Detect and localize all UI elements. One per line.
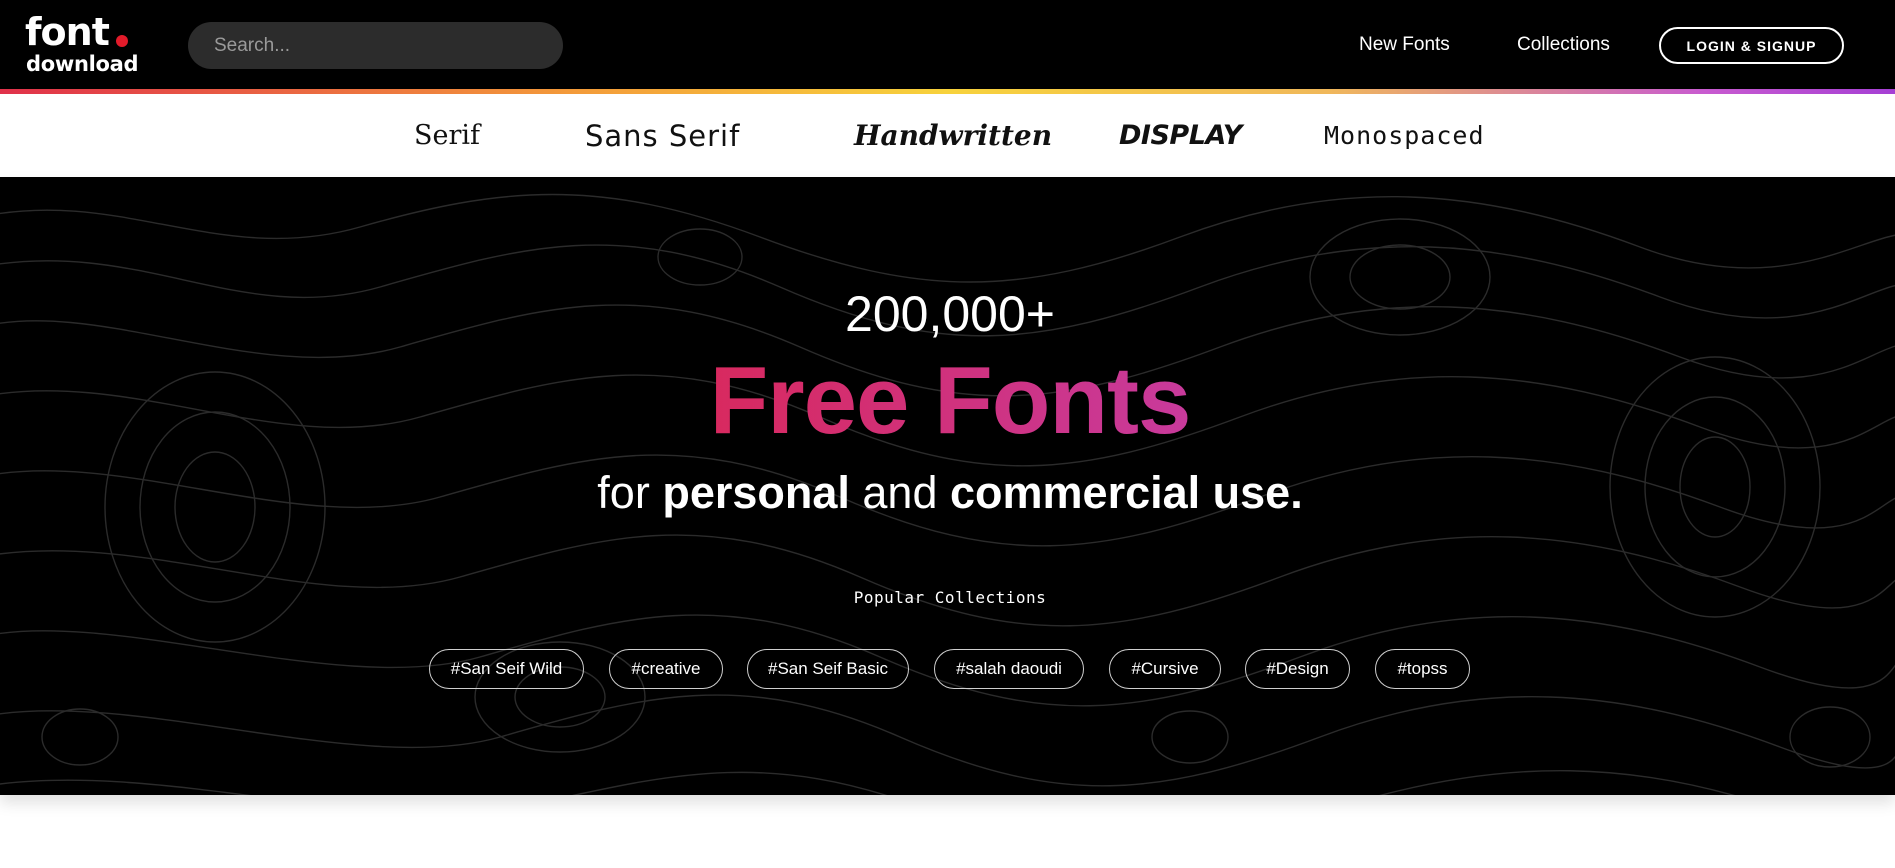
category-handwritten[interactable]: Handwritten — [854, 118, 1052, 154]
category-bar: Serif Sans Serif Handwritten DISPLAY Mon… — [0, 94, 1895, 177]
collection-tag[interactable]: #San Seif Basic — [747, 649, 909, 689]
hero-sub-and: and — [862, 467, 938, 518]
collection-tag[interactable]: #Cursive — [1109, 649, 1221, 689]
category-display[interactable]: DISPLAY — [1119, 118, 1242, 154]
logo-red-dot — [116, 35, 128, 47]
collection-tag[interactable]: #salah daoudi — [934, 649, 1084, 689]
logo-wordmark-font: font — [25, 10, 110, 54]
hero-title-text: Free Fonts — [709, 347, 1192, 454]
hero-subtitle: for personal and commercial use. — [0, 466, 1895, 520]
popular-collections-label: Popular Collections — [853, 588, 1047, 607]
collection-tag[interactable]: #San Seif Wild — [429, 649, 584, 689]
collection-tag[interactable]: #topss — [1375, 649, 1470, 689]
hero-sub-for: for — [597, 467, 650, 518]
category-sans-serif[interactable]: Sans Serif — [585, 118, 740, 154]
category-monospaced[interactable]: Monospaced — [1324, 118, 1485, 154]
search-input[interactable] — [188, 22, 563, 69]
collection-tag[interactable]: #Design — [1245, 649, 1350, 689]
hero-section: 200,000+ Free Fonts for personal and com… — [0, 177, 1895, 795]
site-logo[interactable]: font download — [25, 10, 139, 76]
nav-collections[interactable]: Collections — [1517, 33, 1610, 57]
nav-new-fonts[interactable]: New Fonts — [1359, 33, 1450, 57]
hero-title: Free Fonts — [0, 347, 1895, 455]
top-header: font download New Fonts Collections LOGI… — [0, 0, 1895, 92]
hero-sub-commercial: commercial use. — [950, 467, 1303, 518]
logo-wordmark-download: download — [26, 52, 139, 76]
hero-font-count: 200,000+ — [845, 286, 1055, 342]
collection-tag[interactable]: #creative — [609, 649, 723, 689]
hero-sub-personal: personal — [662, 467, 850, 518]
login-signup-button[interactable]: LOGIN & SIGNUP — [1659, 27, 1844, 64]
category-serif[interactable]: Serif — [414, 118, 480, 154]
